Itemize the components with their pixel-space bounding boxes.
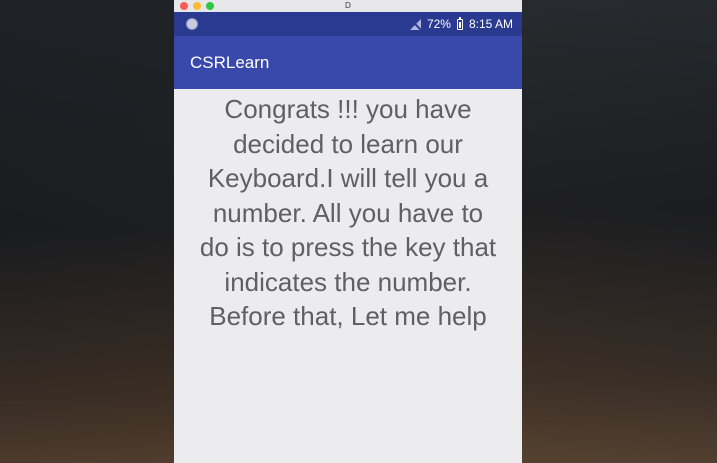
desktop-background-right bbox=[521, 0, 717, 463]
battery-percent: 72% bbox=[426, 17, 451, 31]
status-indicators: 72% 8:15 AM bbox=[409, 12, 513, 36]
main-content: Congrats !!! you have decided to learn o… bbox=[174, 89, 522, 463]
android-status-bar: 72% 8:15 AM bbox=[174, 12, 522, 36]
notification-dot-icon bbox=[186, 18, 198, 30]
desktop-background-left bbox=[0, 0, 175, 463]
app-toolbar: CSRLearn bbox=[174, 36, 522, 89]
emulator-window: D 72% 8:15 AM CSRLearn Congrats !!! you … bbox=[174, 0, 522, 463]
no-sim-icon bbox=[409, 18, 422, 30]
battery-icon bbox=[456, 16, 463, 30]
app-title: CSRLearn bbox=[190, 53, 270, 72]
window-title: D bbox=[344, 1, 352, 10]
clock: 8:15 AM bbox=[468, 17, 513, 31]
instruction-text: Congrats !!! you have decided to learn o… bbox=[199, 94, 497, 331]
